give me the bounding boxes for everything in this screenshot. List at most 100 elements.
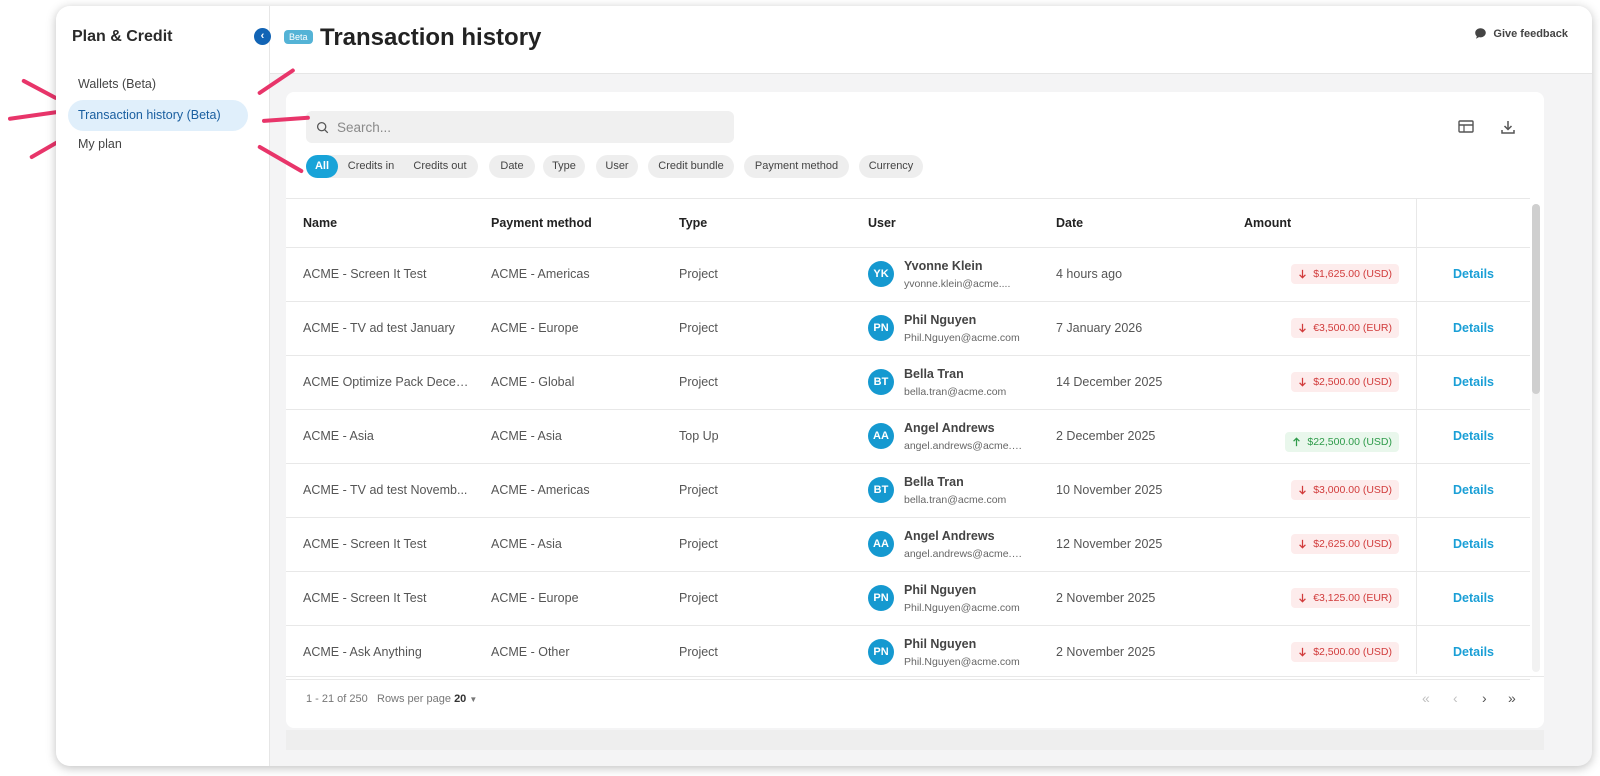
- annotation-stroke: [7, 109, 60, 121]
- table-view-icon[interactable]: [1457, 118, 1475, 136]
- user-name: Bella Tran: [904, 367, 964, 381]
- search-input[interactable]: [337, 119, 717, 135]
- amount-badge: $22,500.00 (USD): [1285, 432, 1399, 452]
- beta-badge: Beta: [284, 30, 313, 44]
- sidebar-title: Plan & Credit: [72, 28, 173, 45]
- user-email: Phil.Nguyen@acme.com: [904, 656, 1020, 668]
- filter-credits-out[interactable]: Credits out: [402, 155, 478, 178]
- amount-badge: $1,625.00 (USD): [1291, 264, 1399, 284]
- last-page-icon[interactable]: »: [1508, 690, 1516, 706]
- table-row[interactable]: ACME - TV ad test Novemb... ACME - Americ…: [286, 464, 1530, 518]
- user-name: Phil Nguyen: [904, 637, 977, 651]
- page-title: Transaction history: [320, 24, 542, 51]
- amount-value: $22,500.00 (USD): [1307, 436, 1392, 448]
- avatar: AA: [868, 423, 894, 449]
- rows-per-page-value: 20: [454, 693, 467, 705]
- avatar: PN: [868, 585, 894, 611]
- details-link[interactable]: Details: [1453, 591, 1494, 605]
- avatar: PN: [868, 315, 894, 341]
- cell-name: ACME - Screen It Test: [303, 267, 427, 281]
- table-row[interactable]: ACME - TV ad test January ACME - Europe Pr…: [286, 302, 1530, 356]
- filter-payment-method[interactable]: Payment method: [744, 155, 849, 178]
- give-feedback-label: Give feedback: [1493, 27, 1568, 40]
- filter-user[interactable]: User: [596, 155, 638, 178]
- amount-badge: $2,500.00 (USD): [1291, 642, 1399, 662]
- table-row[interactable]: ACME - Asia ACME - Asia Top Up AA Angel Andr…: [286, 410, 1530, 464]
- filter-date[interactable]: Date: [489, 155, 535, 178]
- arrow-up-icon: [1293, 437, 1301, 447]
- download-icon[interactable]: [1499, 118, 1517, 136]
- table-row[interactable]: ACME - Screen It Test ACME - Asia Project A…: [286, 518, 1530, 572]
- user-name: Yvonne Klein: [904, 259, 983, 273]
- user-email: angel.andrews@acme.c...: [904, 548, 1024, 560]
- cell-date: 4 hours ago: [1056, 267, 1123, 281]
- prev-page-icon[interactable]: ‹: [1453, 690, 1458, 706]
- amount-value: $1,625.00 (USD): [1313, 268, 1392, 280]
- cell-date: 10 November 2025: [1056, 483, 1163, 497]
- details-link[interactable]: Details: [1453, 483, 1494, 497]
- avatar: PN: [868, 639, 894, 665]
- transactions-card: All Credits in Credits out Date Type Use…: [286, 92, 1544, 728]
- user-name: Phil Nguyen: [904, 313, 977, 327]
- amount-badge: €3,500.00 (EUR): [1291, 318, 1399, 338]
- table-row[interactable]: ACME - Screen It Test ACME - Europe Projec…: [286, 572, 1530, 626]
- column-header-type[interactable]: Type: [679, 216, 707, 230]
- pagination-range: 1 - 21 of 250: [306, 693, 368, 705]
- cell-name: ACME - Screen It Test: [303, 591, 427, 605]
- filter-all[interactable]: All: [306, 155, 338, 178]
- arrow-down-icon: [1299, 485, 1307, 495]
- next-page-icon[interactable]: ›: [1482, 690, 1487, 706]
- rows-per-page-select[interactable]: Rows per page 20 ▼: [377, 693, 477, 705]
- sidebar-item-transaction-history[interactable]: Transaction history (Beta): [68, 100, 248, 131]
- search-box[interactable]: [306, 111, 734, 143]
- rows-per-page-label: Rows per page: [377, 693, 451, 705]
- scrollbar-track[interactable]: [1532, 204, 1540, 672]
- arrow-down-icon: [1299, 593, 1307, 603]
- collapse-sidebar-button[interactable]: ‹: [254, 28, 271, 45]
- cell-payment-method: ACME - Asia: [491, 537, 562, 551]
- cell-date: 2 November 2025: [1056, 645, 1156, 659]
- user-name: Angel Andrews: [904, 529, 995, 543]
- column-header-name[interactable]: Name: [303, 216, 337, 230]
- cell-payment-method: ACME - Other: [491, 645, 570, 659]
- arrow-down-icon: [1299, 647, 1307, 657]
- table-row[interactable]: ACME - Screen It Test ACME - Americas Proj…: [286, 248, 1530, 302]
- filter-credit-bundle[interactable]: Credit bundle: [648, 155, 734, 178]
- details-link[interactable]: Details: [1453, 321, 1494, 335]
- filter-currency[interactable]: Currency: [859, 155, 923, 178]
- sidebar-item-wallets[interactable]: Wallets (Beta): [68, 69, 248, 100]
- sidebar-item-my-plan[interactable]: My plan: [68, 129, 248, 160]
- avatar: YK: [868, 261, 894, 287]
- details-link[interactable]: Details: [1453, 375, 1494, 389]
- cell-payment-method: ACME - Europe: [491, 591, 579, 605]
- cell-name: ACME - TV ad test January: [303, 321, 455, 335]
- filter-credits-in[interactable]: Credits in: [330, 155, 404, 178]
- amount-value: $2,500.00 (USD): [1313, 376, 1392, 388]
- details-link[interactable]: Details: [1453, 537, 1494, 551]
- details-link[interactable]: Details: [1453, 267, 1494, 281]
- cell-payment-method: ACME - Americas: [491, 267, 590, 281]
- user-email: angel.andrews@acme.c...: [904, 440, 1024, 452]
- cell-type: Project: [679, 267, 718, 281]
- column-header-date[interactable]: Date: [1056, 216, 1083, 230]
- details-link[interactable]: Details: [1453, 645, 1494, 659]
- scrollbar-thumb[interactable]: [1532, 204, 1540, 394]
- cell-date: 2 December 2025: [1056, 429, 1156, 443]
- column-header-amount[interactable]: Amount: [1244, 216, 1291, 230]
- arrow-down-icon: [1299, 323, 1307, 333]
- arrow-down-icon: [1299, 539, 1307, 549]
- details-link[interactable]: Details: [1453, 429, 1494, 443]
- table-row[interactable]: ACME Optimize Pack Decem... ACME - Global…: [286, 356, 1530, 410]
- give-feedback-button[interactable]: Give feedback: [1474, 27, 1568, 40]
- first-page-icon[interactable]: «: [1422, 690, 1430, 706]
- cell-type: Project: [679, 645, 718, 659]
- column-header-user[interactable]: User: [868, 216, 896, 230]
- user-name: Bella Tran: [904, 475, 964, 489]
- table-row[interactable]: ACME - Ask Anything ACME - Other Project PN…: [286, 626, 1530, 680]
- column-header-payment-method[interactable]: Payment method: [491, 216, 592, 230]
- cell-name: ACME - Screen It Test: [303, 537, 427, 551]
- filter-type[interactable]: Type: [543, 155, 585, 178]
- arrow-down-icon: [1299, 269, 1307, 279]
- chevron-left-icon: ‹: [260, 30, 265, 42]
- cell-type: Project: [679, 375, 718, 389]
